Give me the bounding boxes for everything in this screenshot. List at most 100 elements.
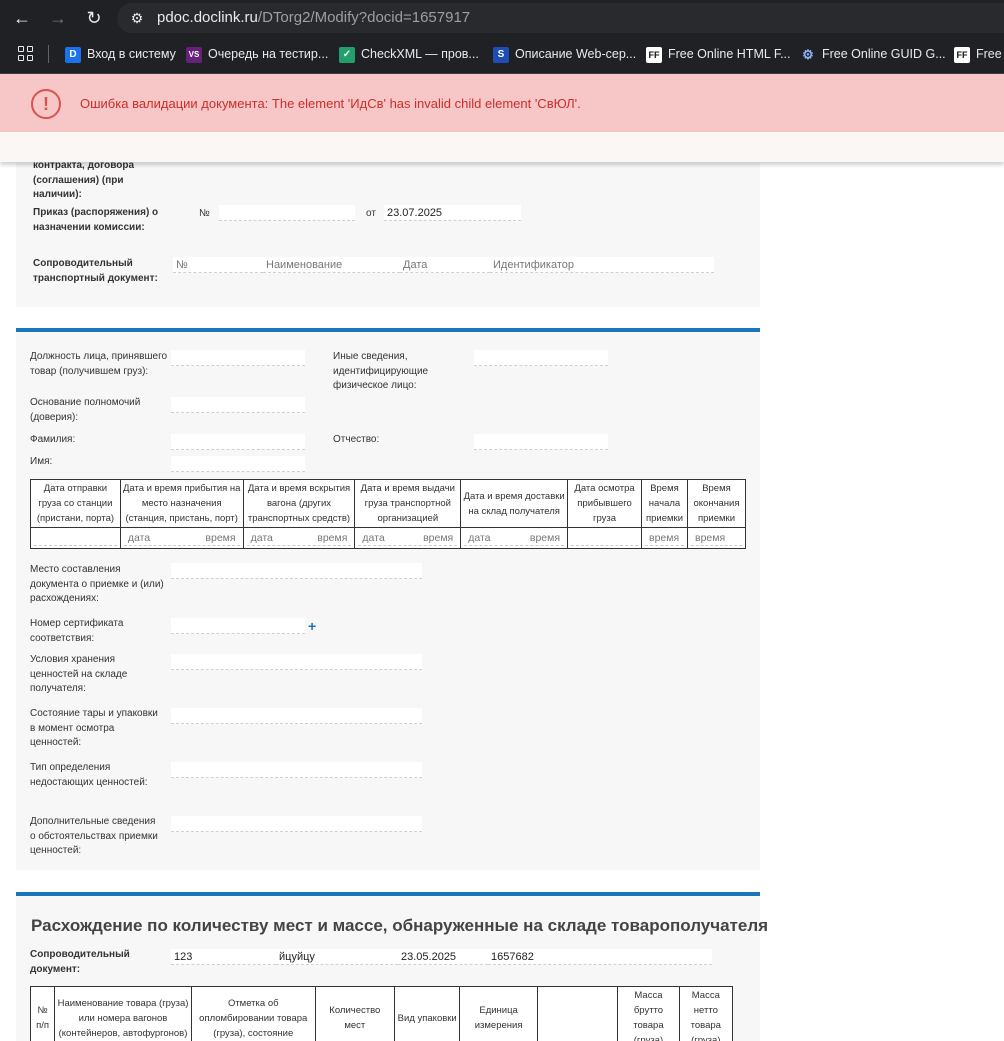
table-header: Количество мест bbox=[314, 986, 396, 1041]
time-placeholder: время bbox=[649, 532, 680, 544]
time-placeholder: время bbox=[529, 532, 561, 544]
alert-message: Ошибка валидации документа: The element … bbox=[80, 96, 581, 111]
name-label: Имя: bbox=[30, 456, 53, 467]
order-from-label: от bbox=[366, 208, 376, 219]
packaging-field[interactable] bbox=[171, 708, 422, 724]
bookmark-item[interactable]: ⚙ Free Online GUID G... bbox=[800, 46, 945, 64]
position-field[interactable] bbox=[171, 350, 305, 366]
checkxml-icon: ✓ bbox=[339, 46, 355, 63]
table-header: Масса нетто товара (груза) bbox=[678, 986, 734, 1041]
dates-table: Дата отправки груза со станции (пристани… bbox=[30, 479, 747, 549]
bookmark-item[interactable]: S Описание Web-сер... bbox=[493, 46, 636, 64]
transport-doc-label: Сопроводительный транспортный документ: bbox=[33, 258, 158, 284]
table-cell[interactable] bbox=[30, 527, 121, 549]
place-field[interactable] bbox=[171, 563, 422, 579]
site-settings-icon[interactable]: ⚙ bbox=[127, 8, 147, 28]
bookmark-item[interactable]: D Вход в систему bbox=[65, 46, 176, 64]
cert-field[interactable] bbox=[171, 618, 305, 634]
surname-field[interactable] bbox=[171, 434, 305, 450]
datetime-input[interactable]: дата время bbox=[123, 530, 240, 546]
datetime-input[interactable]: дата время bbox=[246, 530, 352, 546]
table-header: Дата и время прибытия на место назначени… bbox=[119, 479, 244, 528]
storage-label: Условия хранения ценностей на складе пол… bbox=[30, 654, 128, 694]
doc-name-field[interactable]: йцуйцу bbox=[276, 949, 398, 965]
back-arrow-icon[interactable]: ← bbox=[10, 6, 34, 30]
table-header: Дата и время выдачи груза транспортной о… bbox=[354, 479, 462, 528]
table-header: Дата и время доставки на склад получател… bbox=[460, 479, 569, 528]
table-header: Дата и время вскрытия вагона (других тра… bbox=[242, 479, 356, 528]
bookmark-item[interactable]: VS Очередь на тестир... bbox=[186, 46, 328, 64]
place-label: Место составления документа о приемке и … bbox=[30, 564, 164, 604]
transport-doc-no-field[interactable]: № bbox=[173, 257, 263, 273]
doc-id-field[interactable]: 1657682 bbox=[488, 949, 712, 965]
exclamation-circle-icon: ! bbox=[31, 89, 61, 119]
forward-arrow-icon[interactable]: → bbox=[46, 6, 70, 30]
order-label: Приказ (распоряжения) о назначении комис… bbox=[33, 207, 159, 233]
table-cell[interactable]: время bbox=[686, 527, 747, 549]
table-header: № п/п bbox=[29, 986, 56, 1041]
time-placeholder: время bbox=[694, 532, 726, 544]
packaging-label: Состояние тары и упаковки в момент осмот… bbox=[30, 708, 158, 748]
transport-doc-id-field[interactable]: Идентификатор bbox=[490, 257, 714, 273]
datetime-input[interactable]: дата время bbox=[464, 530, 565, 546]
datetime-input[interactable]: дата время bbox=[358, 530, 458, 546]
time-input[interactable]: время bbox=[645, 530, 684, 546]
table-cell[interactable]: дата время bbox=[460, 527, 569, 549]
shortage-field[interactable] bbox=[171, 762, 422, 778]
reload-icon[interactable]: ↻ bbox=[82, 6, 106, 30]
table-header: Дата осмотра прибывшего груза bbox=[567, 479, 642, 528]
table-cell[interactable]: дата время bbox=[242, 527, 356, 549]
time-input[interactable]: время bbox=[690, 530, 742, 546]
date-placeholder: дата bbox=[468, 532, 491, 544]
panel-transport: контракта, договора (соглашения) (при на… bbox=[16, 160, 760, 307]
webservice-icon: S bbox=[493, 46, 509, 63]
patronymic-field[interactable] bbox=[474, 434, 608, 450]
cert-label: Номер сертификата соответствия: bbox=[30, 618, 124, 644]
table-header: Масса брутто товара (груза) bbox=[617, 986, 680, 1041]
table-cell[interactable]: дата время bbox=[119, 527, 244, 549]
url-text[interactable]: pdoc.doclink.ru/DTorg2/Modify?docid=1657… bbox=[157, 9, 470, 26]
add-cert-plus-icon[interactable]: + bbox=[308, 618, 316, 634]
table-cell[interactable]: время bbox=[641, 527, 688, 549]
bookmark-item[interactable]: ✓ CheckXML — пров... bbox=[339, 46, 479, 64]
authority-field[interactable] bbox=[171, 397, 305, 413]
accompanying-doc-label: Сопроводительный документ: bbox=[30, 949, 130, 975]
table-header: Дата отправки груза со станции (пристани… bbox=[30, 479, 121, 528]
visual-studio-icon: VS bbox=[186, 46, 202, 63]
table-cell[interactable]: дата время bbox=[354, 527, 462, 549]
date-placeholder: дата bbox=[362, 532, 385, 544]
doc-no-field[interactable]: 123 bbox=[171, 949, 276, 965]
extra-label: Дополнительные сведения о обстоятельства… bbox=[30, 816, 158, 856]
gear-icon: ⚙ bbox=[802, 46, 814, 62]
bookmark-item[interactable]: FF Free Online HTML F... bbox=[646, 46, 791, 64]
table-header: Время окончания приемки bbox=[686, 479, 747, 528]
other-info-field[interactable] bbox=[474, 350, 608, 366]
alert-subbar bbox=[0, 132, 1004, 162]
table-header: Наименование товара (груза) или номера в… bbox=[54, 986, 192, 1041]
order-date-field[interactable]: 23.07.2025 bbox=[384, 205, 521, 221]
doc-date-field[interactable]: 23.05.2025 bbox=[398, 949, 488, 965]
transport-doc-name-field[interactable]: Наименование bbox=[263, 257, 400, 273]
bookmark-item[interactable]: FF Free bbox=[954, 46, 1002, 64]
page-content: ! Ошибка валидации документа: The elemen… bbox=[0, 74, 1004, 1041]
extra-field[interactable] bbox=[171, 816, 422, 832]
table-header: Вид упаковки bbox=[394, 986, 461, 1041]
surname-label: Фамилия: bbox=[30, 434, 76, 445]
time-placeholder: время bbox=[205, 532, 236, 544]
table-cell[interactable] bbox=[567, 527, 642, 549]
table-header: Время начала приемки bbox=[641, 479, 688, 528]
other-info-label: Иные сведения, идентифицирующие физическ… bbox=[333, 351, 429, 391]
section-title: Расхождение по количеству мест и массе, … bbox=[31, 916, 769, 935]
apps-grid-icon[interactable] bbox=[18, 46, 34, 62]
date-input[interactable] bbox=[571, 530, 638, 546]
table-header bbox=[536, 986, 619, 1041]
order-no-label: № bbox=[199, 208, 210, 219]
transport-doc-date-field[interactable]: Дата bbox=[400, 257, 490, 273]
date-input[interactable] bbox=[34, 530, 117, 546]
time-placeholder: время bbox=[423, 532, 454, 544]
panel-discrepancy: Расхождение по количеству мест и массе, … bbox=[16, 892, 768, 1041]
order-no-field[interactable] bbox=[219, 205, 355, 221]
storage-field[interactable] bbox=[171, 654, 422, 670]
name-field[interactable] bbox=[171, 456, 305, 472]
date-placeholder: дата bbox=[127, 532, 151, 544]
